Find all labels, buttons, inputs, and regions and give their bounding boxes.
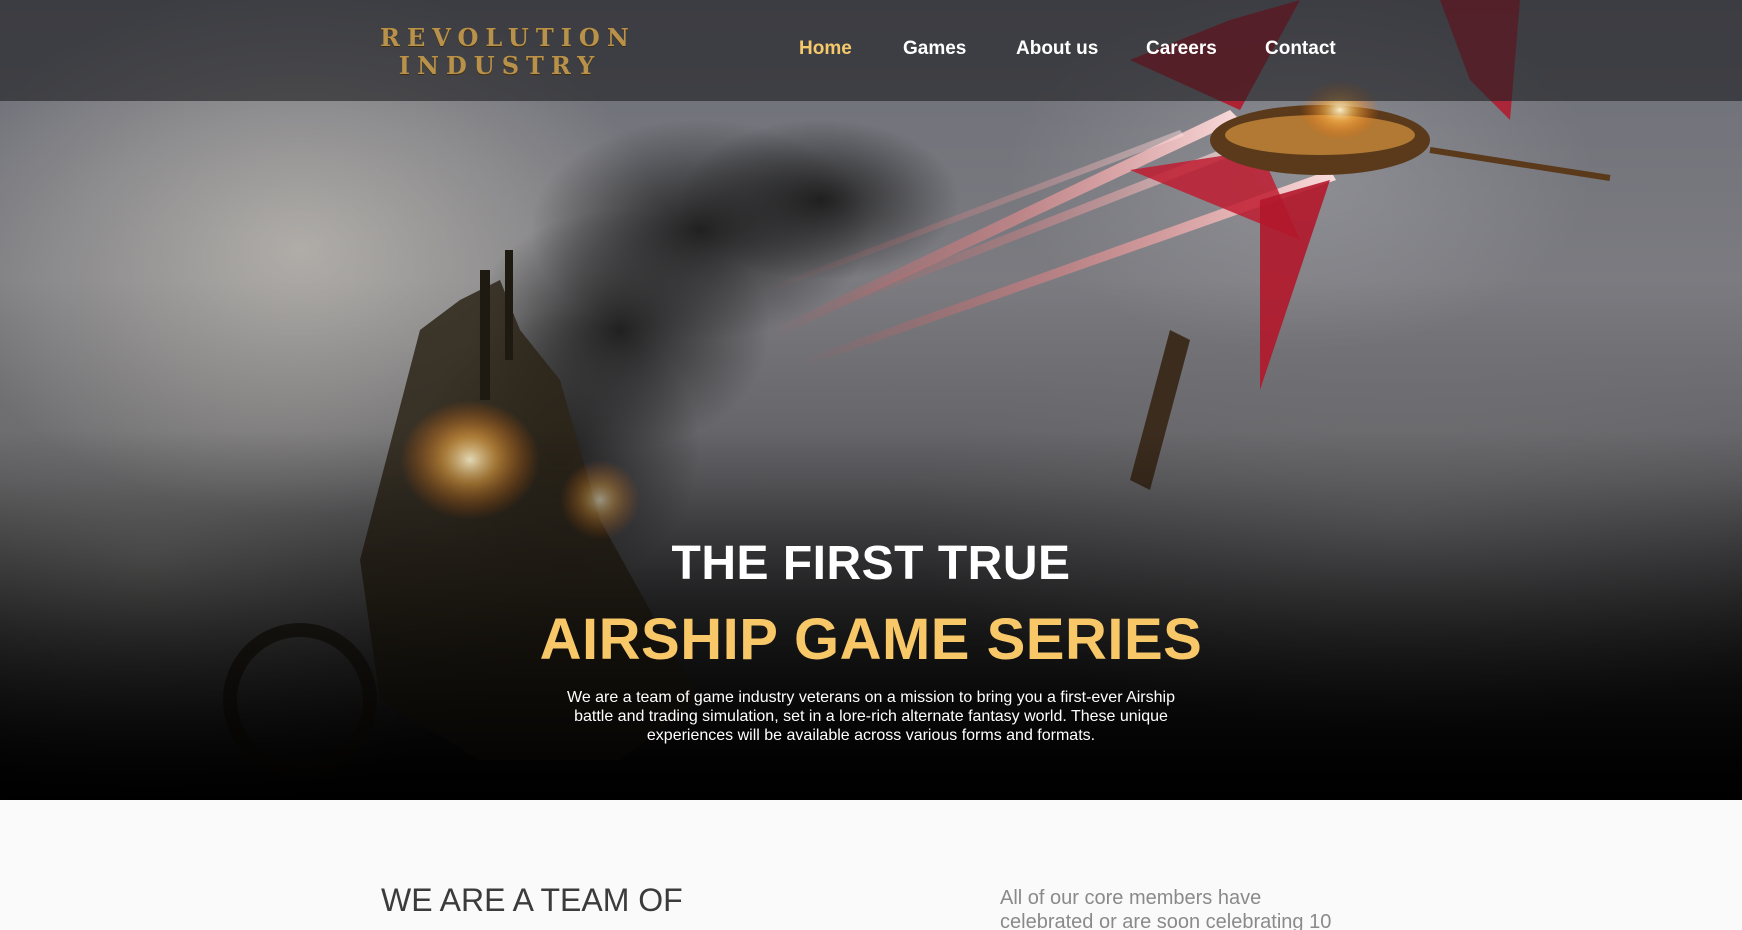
nav-item-contact[interactable]: Contact xyxy=(1265,38,1336,60)
nav-item-about-us[interactable]: About us xyxy=(1016,38,1098,60)
hero-banner xyxy=(0,0,1742,800)
site-header: REVOLUTION INDUSTRY Home Games About us … xyxy=(0,0,1742,101)
nav-item-home[interactable]: Home xyxy=(799,38,852,60)
logo-text-line2: INDUSTRY xyxy=(398,51,602,80)
about-section: WE ARE A TEAM OF All of our core members… xyxy=(0,800,1742,930)
nav-item-careers[interactable]: Careers xyxy=(1146,38,1217,60)
section-heading: WE ARE A TEAM OF xyxy=(381,882,683,918)
hero-title-line2: AIRSHIP GAME SERIES xyxy=(539,607,1203,672)
hero-title-line1: THE FIRST TRUE xyxy=(671,537,1071,590)
logo-text-line1: REVOLUTION xyxy=(380,23,636,52)
site-logo[interactable]: REVOLUTION INDUSTRY xyxy=(380,23,636,80)
hero-description: We are a team of game industry veterans … xyxy=(567,689,1175,744)
nav-item-games[interactable]: Games xyxy=(903,38,966,60)
section-side-text: All of our core members have celebrated … xyxy=(1000,887,1332,930)
